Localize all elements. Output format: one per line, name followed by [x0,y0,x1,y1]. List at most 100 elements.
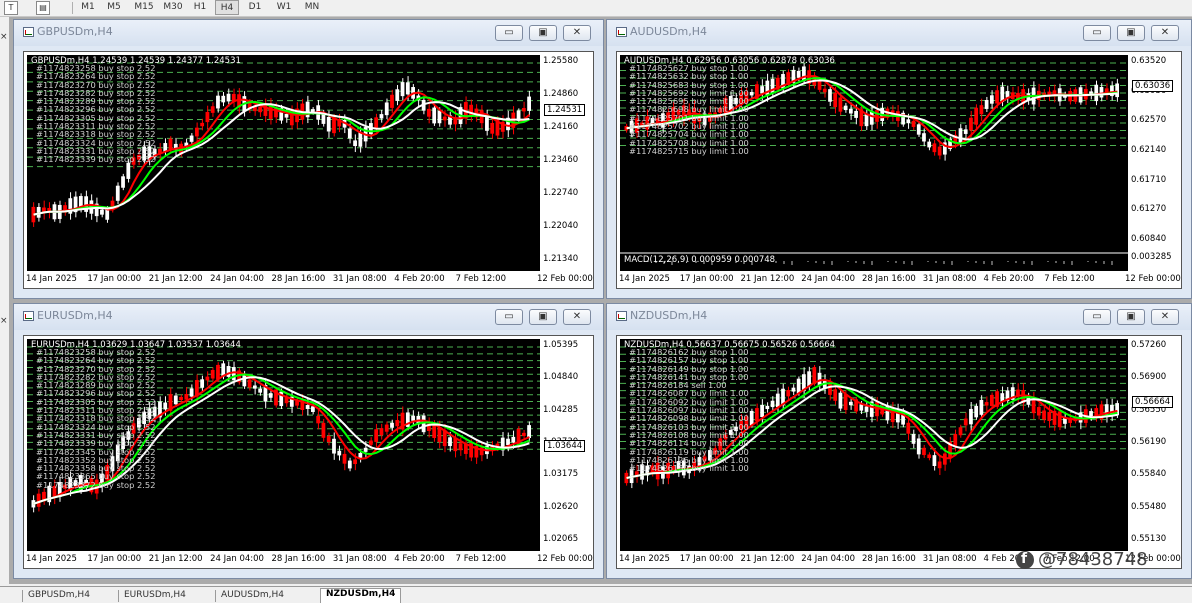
chart-area[interactable]: NZDUSDm,H4 0.56637 0.56675 0.56526 0.566… [616,335,1182,569]
chart-window-nzdusd[interactable]: NZDUSDm,H4 ▭ ▣ ✕ NZDUSDm,H4 0.56637 0.56675 … [606,303,1192,579]
candle-body [817,80,822,90]
timeframe-w1[interactable]: W1 [272,0,296,15]
price-axis-label: 1.25580 [543,56,579,66]
candle-body [421,415,426,433]
maximize-icon[interactable]: ▣ [529,25,557,41]
price-axis-label: 0.55840 [1131,469,1167,480]
candle-body [521,432,526,436]
minimize-icon[interactable]: ▭ [1083,25,1111,41]
order-label: #1174825715 buy limit 1.00 [629,145,749,156]
tab-nzdusd[interactable]: NZDUSDm,H4 [320,588,402,603]
candle-body [906,422,911,434]
price-axis-label: 1.24860 [543,89,579,99]
templates-icon[interactable]: ▤ [36,1,50,15]
candle-body [911,434,916,444]
price-axis-label: 1.23460 [543,155,579,165]
price-axis-label: 0.56900 [1131,372,1167,383]
price-axis-label: 0.60840 [1131,234,1167,244]
chart-window-eurusd[interactable]: EURUSDm,H4 ▭ ▣ ✕ EURUSDm,H4 1.03629 1.03647 … [13,303,604,579]
window-title: NZDUSDm,H4 [630,309,708,322]
price-axis-label: 0.62140 [1131,145,1167,155]
close-icon[interactable]: ✕ [563,25,591,41]
close-icon[interactable]: × [0,32,8,42]
candle-body [258,388,263,393]
price-axis-label: 0.61710 [1131,174,1167,185]
tab-gbpusd[interactable]: GBPUSDm,H4 [22,590,95,602]
date-axis-label: 24 Jan 04:00 [210,554,264,564]
candle-body [974,107,979,125]
price-axis-label: 0.55480 [1131,501,1167,512]
price-chart[interactable]: EURUSDm,H4 1.03629 1.03647 1.03537 1.036… [26,338,541,552]
facebook-icon [1016,551,1034,569]
date-axis-label: 4 Feb 20:00 [394,274,445,284]
price-chart[interactable]: AUDUSDm,H4 0.62956 0.63056 0.62878 0.630… [619,54,1129,272]
close-icon[interactable]: × [0,316,8,326]
tab-audusd[interactable]: AUDUSDm,H4 [215,590,289,602]
candle-body [395,89,400,101]
candle-body [969,117,973,131]
candle-body [200,379,205,388]
order-label: #1174826130 buy limit 1.00 [629,463,749,474]
tab-eurusd[interactable]: EURUSDm,H4 [118,590,191,602]
maximize-icon[interactable]: ▣ [1117,309,1145,325]
timeframe-d1[interactable]: D1 [244,0,266,15]
maximize-icon[interactable]: ▣ [1117,25,1145,41]
timeframe-m1[interactable]: M1 [77,0,99,15]
timeframe-h1[interactable]: H1 [189,0,211,15]
candle-body [427,108,431,117]
window-titlebar[interactable]: AUDUSDm,H4 ▭ ▣ ✕ [607,20,1191,46]
candle-body [984,99,989,109]
chart-area[interactable]: AUDUSDm,H4 0.62956 0.63056 0.62878 0.630… [616,51,1182,289]
timeframe-m30[interactable]: M30 [159,0,187,15]
candle-body [511,436,516,443]
order-label: #1174823372 buy stop 2.52 [36,479,156,490]
price-axis-label: 0.57260 [1131,340,1167,350]
candle-body [384,102,389,116]
maximize-icon[interactable]: ▣ [529,309,557,325]
watermark-text: @78438748 [1038,549,1148,570]
date-axis-label: 28 Jan 16:00 [862,554,916,564]
candle-body [833,389,838,401]
candle-body [432,107,437,124]
candle-body [755,408,759,422]
candle-body [358,132,363,147]
candle-body [179,396,183,401]
candle-body [864,406,869,412]
close-icon[interactable]: ✕ [1151,25,1179,41]
candle-body [932,455,937,466]
minimize-icon[interactable]: ▭ [1083,309,1111,325]
candle-body [995,90,999,104]
window-title: AUDUSDm,H4 [630,25,708,38]
chart-window-audusd[interactable]: AUDUSDm,H4 ▭ ▣ ✕ AUDUSDm,H4 0.62956 0.63056 … [606,19,1192,299]
cursor-icon[interactable]: T [4,1,18,15]
minimize-icon[interactable]: ▭ [495,25,523,41]
timeframe-m5[interactable]: M5 [103,0,125,15]
toolbar-separator [72,2,73,14]
candle-body [849,401,853,406]
price-axis-label: 1.22740 [543,188,579,198]
candle-body [833,92,838,108]
price-chart[interactable]: NZDUSDm,H4 0.56637 0.56675 0.56526 0.566… [619,338,1129,552]
timeframe-m15[interactable]: M15 [130,0,158,15]
close-icon[interactable]: ✕ [1151,309,1179,325]
macd-axis-label: 0.003285 [1131,252,1172,262]
timeframe-mn[interactable]: MN [300,0,324,15]
candle-body [390,422,394,428]
close-icon[interactable]: ✕ [563,309,591,325]
price-chart[interactable]: GBPUSDm,H4 1.24539 1.24539 1.24377 1.245… [26,54,541,272]
date-axis-label: 28 Jan 16:00 [271,554,326,564]
candle-body [932,143,937,153]
window-titlebar[interactable]: GBPUSDm,H4 ▭ ▣ ✕ [14,20,603,46]
window-titlebar[interactable]: NZDUSDm,H4 ▭ ▣ ✕ [607,304,1191,330]
candle-body [210,369,215,379]
chart-area[interactable]: EURUSDm,H4 1.03629 1.03647 1.03537 1.036… [23,335,594,569]
chart-window-gbpusd[interactable]: GBPUSDm,H4 ▭ ▣ ✕ GBPUSDm,H4 1.24539 1.24539 … [13,19,604,299]
candle-body [927,454,932,459]
minimize-icon[interactable]: ▭ [495,309,523,325]
candle-body [305,405,310,409]
window-titlebar[interactable]: EURUSDm,H4 ▭ ▣ ✕ [14,304,603,330]
timeframe-h4[interactable]: H4 [215,0,239,15]
chart-area[interactable]: GBPUSDm,H4 1.24539 1.24539 1.24377 1.245… [23,51,594,289]
candle-body [326,116,331,132]
candle-body [353,459,357,465]
